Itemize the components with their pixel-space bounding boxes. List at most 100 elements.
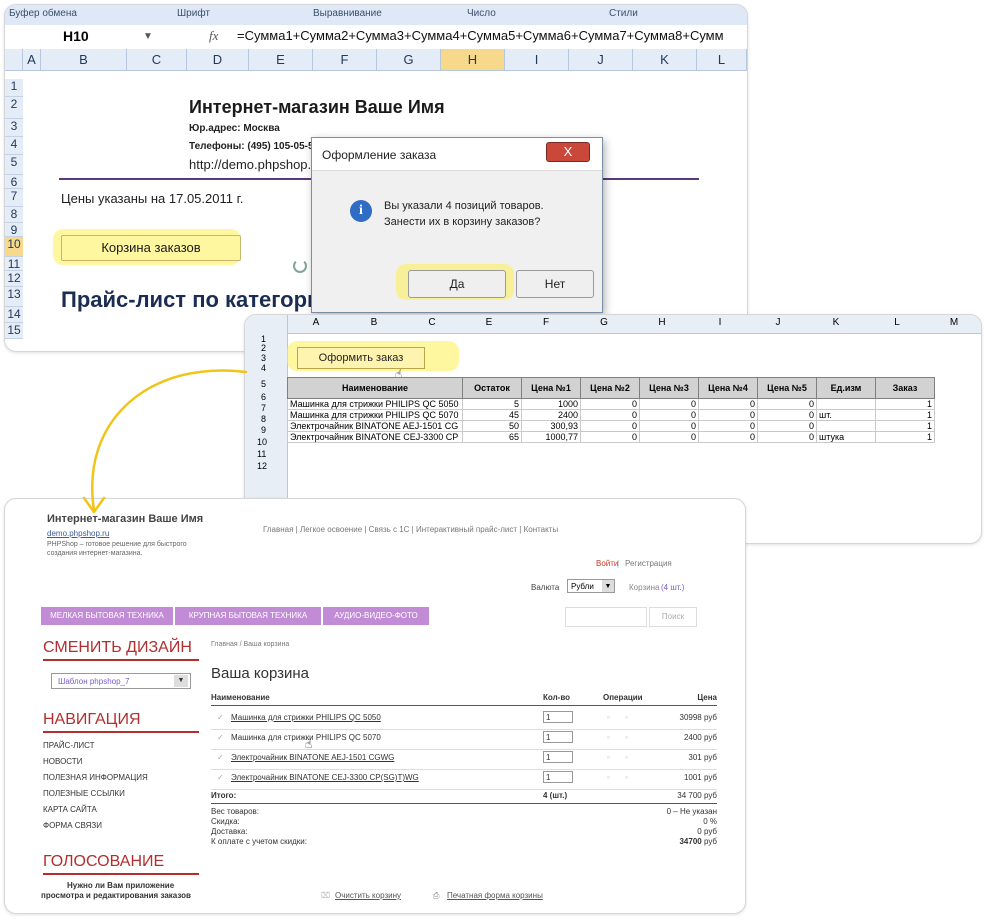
cart-link[interactable]: Корзина — [629, 583, 659, 592]
ribbon-group-alignment[interactable]: Выравнивание — [313, 8, 382, 19]
cell-price4[interactable]: 0 — [698, 409, 758, 421]
col-header[interactable]: E — [249, 49, 313, 71]
search-button[interactable]: Поиск — [649, 607, 697, 627]
cell-stock[interactable]: 5 — [462, 398, 522, 410]
cell-unit[interactable]: штука — [816, 431, 876, 443]
cell-price5[interactable]: 0 — [757, 431, 817, 443]
category-small-appliances[interactable]: МЕЛКАЯ БЫТОВАЯ ТЕХНИКА — [41, 607, 173, 625]
cell-price4[interactable]: 0 — [698, 420, 758, 432]
login-link[interactable]: Войти — [596, 559, 618, 568]
row-header[interactable]: 5 — [261, 379, 266, 389]
delete-icon[interactable]: ▫ — [625, 773, 628, 782]
col-header[interactable]: C — [127, 49, 187, 71]
refresh-icon[interactable]: ▫ — [607, 753, 610, 762]
cart-item-link[interactable]: Машинка для стрижки PHILIPS QC 5050 — [231, 713, 381, 722]
nav-item-news[interactable]: НОВОСТИ — [43, 757, 82, 766]
cell-name[interactable]: Электрочайник BINATONE AEJ-1501 CG — [287, 420, 463, 432]
cell-price1[interactable]: 300,93 — [521, 420, 581, 432]
col-header[interactable]: K — [633, 49, 697, 71]
nav-item-pricelist[interactable]: ПРАЙС-ЛИСТ — [43, 741, 94, 750]
cell-name[interactable]: Машинка для стрижки PHILIPS QC 5050 — [287, 398, 463, 410]
row-header[interactable]: 9 — [5, 223, 23, 237]
chevron-down-icon[interactable]: ▼ — [143, 31, 153, 42]
row-header[interactable]: 5 — [5, 155, 23, 175]
col-header[interactable]: A — [23, 49, 41, 71]
close-button[interactable]: X — [546, 142, 590, 162]
row-header[interactable]: 11 — [257, 449, 266, 459]
row-header[interactable]: 7 — [5, 189, 23, 207]
cell-price5[interactable]: 0 — [757, 409, 817, 421]
col-header[interactable]: B — [345, 317, 403, 328]
cell-price3[interactable]: 0 — [639, 398, 699, 410]
ribbon-group-font[interactable]: Шрифт — [177, 8, 210, 19]
search-input[interactable] — [565, 607, 647, 627]
qty-input[interactable]: 1 — [543, 771, 573, 783]
cell-price1[interactable]: 1000 — [521, 398, 581, 410]
col-header[interactable]: H — [633, 317, 691, 328]
row-header[interactable]: 8 — [5, 207, 23, 223]
cell-stock[interactable]: 50 — [462, 420, 522, 432]
row-header[interactable]: 4 — [261, 363, 266, 373]
nav-item-contact-form[interactable]: ФОРМА СВЯЗИ — [43, 821, 102, 830]
row-header[interactable]: 12 — [5, 271, 23, 287]
category-audio-video[interactable]: АУДИО-ВИДЕО-ФОТО — [323, 607, 429, 625]
cell-unit[interactable]: шт. — [816, 409, 876, 421]
delete-icon[interactable]: ▫ — [625, 733, 628, 742]
nav-item-useful-info[interactable]: ПОЛЕЗНАЯ ИНФОРМАЦИЯ — [43, 773, 148, 782]
col-header[interactable]: I — [691, 317, 749, 328]
template-select[interactable]: Шаблон phpshop_7 ▼ — [51, 673, 191, 689]
cart-item-link[interactable]: Электрочайник BINATONE CEJ-3300 CP(SG)T)… — [231, 773, 419, 782]
delete-icon[interactable]: ▫ — [625, 713, 628, 722]
chevron-down-icon[interactable]: ▼ — [602, 580, 614, 592]
row-header[interactable]: 2 — [261, 343, 266, 353]
row-header[interactable]: 9 — [261, 425, 266, 435]
cell-price2[interactable]: 0 — [580, 398, 640, 410]
cell-price3[interactable]: 0 — [639, 409, 699, 421]
row-header[interactable]: 2 — [5, 97, 23, 119]
place-order-button[interactable]: Оформить заказ — [297, 347, 425, 369]
row-header[interactable]: 13 — [5, 287, 23, 307]
row-header[interactable]: 10 — [257, 437, 267, 447]
top-navigation[interactable]: Главная | Легкое освоение | Связь с 1С |… — [263, 525, 558, 534]
col-header[interactable]: B — [41, 49, 127, 71]
cell-price4[interactable]: 0 — [698, 398, 758, 410]
chevron-down-icon[interactable]: ▼ — [174, 675, 188, 687]
cell-unit[interactable] — [816, 398, 876, 410]
col-header[interactable]: F — [517, 317, 575, 328]
row-header[interactable]: 4 — [5, 137, 23, 155]
row-header[interactable]: 3 — [261, 353, 266, 363]
formula-input[interactable]: =Сумма1+Сумма2+Сумма3+Сумма4+Сумма5+Сумм… — [237, 28, 724, 43]
cart-orders-button[interactable]: Корзина заказов — [61, 235, 241, 261]
row-header[interactable]: 14 — [5, 307, 23, 323]
col-header-selected[interactable]: H — [441, 49, 505, 71]
ribbon-group-clipboard[interactable]: Буфер обмена — [9, 8, 77, 19]
cell-price1[interactable]: 1000,77 — [521, 431, 581, 443]
refresh-icon[interactable]: ▫ — [607, 713, 610, 722]
cart-count[interactable]: (4 шт.) — [661, 583, 684, 592]
ribbon-group-number[interactable]: Число — [467, 8, 496, 19]
qty-input[interactable]: 1 — [543, 751, 573, 763]
row-header[interactable]: 8 — [261, 414, 266, 424]
col-header[interactable]: I — [505, 49, 569, 71]
cell-price5[interactable]: 0 — [757, 398, 817, 410]
col-header[interactable]: L — [697, 49, 747, 71]
no-button[interactable]: Нет — [516, 270, 594, 298]
yes-button[interactable]: Да — [408, 270, 506, 298]
cell-order[interactable]: 1 — [875, 420, 935, 432]
col-header[interactable]: D — [187, 49, 249, 71]
select-all-corner[interactable] — [5, 49, 23, 71]
row-header[interactable]: 3 — [5, 119, 23, 137]
category-large-appliances[interactable]: КРУПНАЯ БЫТОВАЯ ТЕХНИКА — [175, 607, 321, 625]
qty-input[interactable]: 1 — [543, 711, 573, 723]
delete-icon[interactable]: ▫ — [625, 753, 628, 762]
cell-name[interactable]: Машинка для стрижки PHILIPS QC 5070 — [287, 409, 463, 421]
col-header[interactable]: J — [569, 49, 633, 71]
cell-unit[interactable] — [816, 420, 876, 432]
currency-select[interactable]: Рубли ▼ — [567, 579, 615, 593]
qty-input[interactable]: 1 — [543, 731, 573, 743]
col-header[interactable]: A — [287, 317, 345, 328]
register-link[interactable]: Регистрация — [625, 559, 672, 568]
col-header[interactable]: F — [313, 49, 377, 71]
cell-stock[interactable]: 45 — [462, 409, 522, 421]
row-header[interactable]: 15 — [5, 323, 23, 339]
